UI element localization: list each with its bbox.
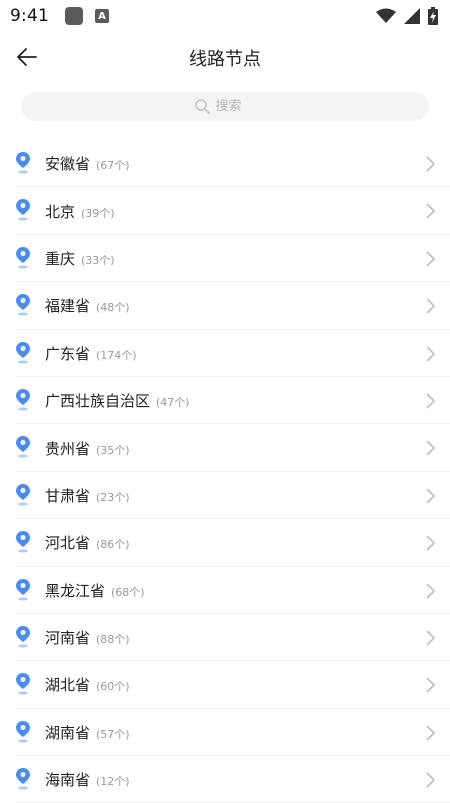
- list-item[interactable]: 河北省 (86个): [0, 519, 450, 567]
- list-item-text: 河南省 (88个): [45, 627, 130, 648]
- list-item-text: 贵州省 (35个): [45, 438, 130, 459]
- list-item[interactable]: 福建省 (48个): [0, 282, 450, 330]
- list-item-text: 湖北省 (60个): [45, 674, 130, 695]
- region-name: 甘肃省: [45, 486, 91, 505]
- location-pin-icon: [16, 152, 30, 174]
- region-name: 湖南省: [45, 723, 91, 742]
- list-item[interactable]: 甘肃省 (23个): [0, 472, 450, 520]
- battery-charging-icon: [428, 7, 438, 25]
- chevron-right-icon: [426, 535, 435, 551]
- list-item[interactable]: 黑龙江省 (68个): [0, 567, 450, 615]
- location-pin-icon: [16, 199, 30, 221]
- status-indicators: [376, 7, 438, 25]
- list-item-text: 广西壮族自治区 (47个): [45, 390, 190, 411]
- region-name: 安徽省: [45, 155, 91, 174]
- region-name: 黑龙江省: [45, 581, 106, 600]
- chevron-right-icon: [426, 630, 435, 646]
- node-count: (23个): [96, 490, 130, 504]
- chevron-right-icon: [426, 298, 435, 314]
- keyboard-a-icon: A: [94, 9, 109, 23]
- region-name: 福建省: [45, 297, 91, 316]
- location-pin-icon: [16, 388, 30, 411]
- chevron-right-icon: [426, 251, 435, 267]
- location-pin-icon: [16, 578, 30, 601]
- chevron-right-icon: [426, 488, 435, 504]
- app-notification-icon: [64, 7, 83, 25]
- chevron-right-icon: [426, 725, 435, 740]
- list-item-text: 湖南省 (57个): [45, 722, 130, 743]
- region-name: 重庆: [45, 249, 76, 268]
- region-name: 广东省: [45, 344, 91, 363]
- page-title: 线路节点: [189, 49, 261, 70]
- search-bar[interactable]: [21, 92, 429, 121]
- list-item[interactable]: 湖北省 (60个): [0, 661, 450, 710]
- chevron-right-icon: [426, 156, 435, 172]
- location-pin-icon: [16, 341, 30, 364]
- list-item-text: 安徽省 (67个): [45, 153, 130, 174]
- status-time: 9:41: [10, 6, 49, 26]
- chevron-right-icon: [426, 346, 435, 361]
- list-item[interactable]: 贵州省 (35个): [0, 424, 450, 473]
- search-input[interactable]: [215, 99, 256, 114]
- header: 线路节点: [0, 32, 450, 82]
- region-name: 河北省: [45, 534, 91, 553]
- node-count: (67个): [96, 159, 130, 173]
- list-item[interactable]: 广西壮族自治区 (47个): [0, 377, 450, 425]
- region-name: 河南省: [45, 629, 91, 648]
- region-name: 湖北省: [45, 676, 91, 695]
- list-item-text: 重庆 (33个): [45, 248, 115, 269]
- status-bar: 9:41 A: [0, 0, 450, 32]
- location-pin-icon: [16, 246, 30, 269]
- chevron-right-icon: [426, 441, 435, 456]
- node-count: (60个): [96, 680, 130, 694]
- location-pin-icon: [16, 483, 30, 506]
- node-count: (174个): [96, 348, 137, 362]
- node-count: (88个): [96, 633, 130, 647]
- list-item-text: 河北省 (86个): [45, 532, 130, 553]
- region-name: 北京: [45, 202, 76, 221]
- list-item-text: 海南省 (12个): [45, 769, 130, 790]
- list-item-text: 广东省 (174个): [45, 343, 137, 364]
- list-item[interactable]: 北京 (39个): [0, 187, 450, 236]
- cellular-signal-icon: [404, 8, 420, 24]
- region-list: 安徽省 (67个) 北京 (39个) 重庆 (33个) 福建省 (48个) 广东省 (174个) 广…: [0, 140, 450, 803]
- list-item-text: 福建省 (48个): [45, 295, 130, 316]
- list-item[interactable]: 海南省 (12个): [0, 756, 450, 803]
- location-pin-icon: [16, 673, 30, 695]
- location-pin-icon: [16, 294, 30, 316]
- node-count: (57个): [96, 727, 130, 741]
- region-name: 海南省: [45, 771, 91, 790]
- list-item-text: 甘肃省 (23个): [45, 485, 130, 506]
- region-name: 贵州省: [45, 439, 91, 458]
- node-count: (48个): [96, 301, 130, 315]
- location-pin-icon: [16, 625, 30, 648]
- list-item[interactable]: 广东省 (174个): [0, 330, 450, 378]
- node-count: (47个): [156, 396, 190, 410]
- list-item[interactable]: 安徽省 (67个): [0, 140, 450, 188]
- list-item-text: 黑龙江省 (68个): [45, 580, 145, 601]
- wifi-icon: [376, 8, 396, 23]
- node-count: (86个): [96, 538, 130, 552]
- list-item[interactable]: 湖南省 (57个): [0, 709, 450, 757]
- list-item-text: 北京 (39个): [45, 201, 115, 222]
- node-count: (12个): [96, 775, 130, 789]
- search-icon: [194, 99, 210, 114]
- location-pin-icon: [16, 720, 30, 743]
- node-count: (33个): [81, 253, 115, 267]
- chevron-right-icon: [426, 772, 435, 788]
- chevron-right-icon: [426, 677, 435, 693]
- node-count: (68个): [111, 585, 145, 599]
- node-count: (39个): [81, 206, 115, 220]
- list-item[interactable]: 重庆 (33个): [0, 235, 450, 283]
- location-pin-icon: [16, 436, 30, 458]
- location-pin-icon: [16, 768, 30, 790]
- chevron-right-icon: [426, 583, 435, 598]
- region-name: 广西壮族自治区: [45, 392, 151, 411]
- chevron-right-icon: [426, 204, 435, 219]
- chevron-right-icon: [426, 393, 435, 409]
- list-item[interactable]: 河南省 (88个): [0, 614, 450, 662]
- location-pin-icon: [16, 531, 30, 553]
- node-count: (35个): [96, 443, 130, 457]
